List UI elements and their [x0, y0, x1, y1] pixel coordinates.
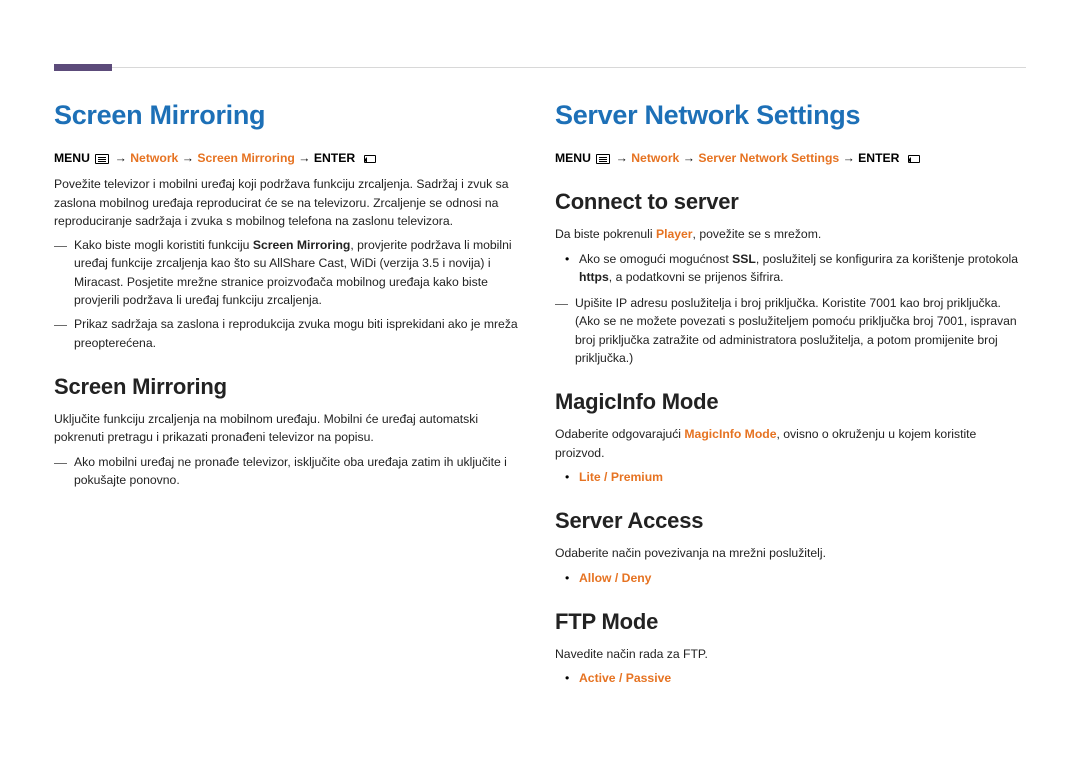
option-value: Active / Passive [579, 671, 671, 685]
text: Ako se omogući mogućnost [579, 252, 732, 266]
connect-intro: Da biste pokrenuli Player, povežite se s… [555, 225, 1026, 243]
heading-server-network: Server Network Settings [555, 100, 1026, 131]
text: Da biste pokrenuli [555, 227, 656, 241]
menu-path-left: MENU → Network → Screen Mirroring → ENTE… [54, 149, 525, 167]
arrow: → [298, 151, 310, 165]
note-bold: Screen Mirroring [253, 238, 351, 252]
arrow: → [616, 151, 628, 165]
bullet-item: Allow / Deny [555, 569, 1026, 587]
subheading-server-access: Server Access [555, 508, 1026, 534]
bullet-list: Active / Passive [555, 669, 1026, 687]
notes-list: Ako mobilni uređaj ne pronađe televizor,… [54, 453, 525, 490]
access-intro: Odaberite način povezivanja na mrežni po… [555, 544, 1026, 562]
arrow: → [115, 151, 127, 165]
notes-list: Kako biste mogli koristiti funkciju Scre… [54, 236, 525, 352]
subheading-magicinfo: MagicInfo Mode [555, 389, 1026, 415]
arrow: → [182, 151, 194, 165]
header-accent-bar [54, 64, 112, 71]
page-content: Screen Mirroring MENU → Network → Screen… [54, 100, 1026, 723]
enter-icon [361, 153, 377, 164]
subheading-connect: Connect to server [555, 189, 1026, 215]
note-item: Ako mobilni uređaj ne pronađe televizor,… [54, 453, 525, 490]
subheading-screen-mirroring: Screen Mirroring [54, 374, 525, 400]
note-item: Kako biste mogli koristiti funkciju Scre… [54, 236, 525, 309]
enter-label: ENTER [314, 151, 355, 165]
bullet-item: Active / Passive [555, 669, 1026, 687]
text: , povežite se s mrežom. [693, 227, 822, 241]
left-column: Screen Mirroring MENU → Network → Screen… [54, 100, 525, 723]
menu-item: Screen Mirroring [197, 151, 295, 165]
sub-intro: Uključite funkciju zrcaljenja na mobilno… [54, 410, 525, 447]
menu-icon [95, 154, 109, 164]
bullet-item: Ako se omogući mogućnost SSL, poslužitel… [555, 250, 1026, 287]
note-item: Upišite IP adresu poslužitelja i broj pr… [555, 294, 1026, 367]
note-item: Prikaz sadržaja sa zaslona i reprodukcij… [54, 315, 525, 352]
bullet-item: Lite / Premium [555, 468, 1026, 486]
arrow: → [843, 151, 855, 165]
bold: https [579, 270, 609, 284]
heading-screen-mirroring: Screen Mirroring [54, 100, 525, 131]
text: , poslužitelj se konfigurira za korišten… [756, 252, 1018, 266]
magic-intro: Odaberite odgovarajući MagicInfo Mode, o… [555, 425, 1026, 462]
right-column: Server Network Settings MENU → Network →… [555, 100, 1026, 723]
note-text: Kako biste mogli koristiti funkciju [74, 238, 253, 252]
menu-item: Server Network Settings [698, 151, 839, 165]
bold: SSL [732, 252, 756, 266]
bullet-list: Ako se omogući mogućnost SSL, poslužitel… [555, 250, 1026, 287]
text: , a podatkovni se prijenos šifrira. [609, 270, 784, 284]
bold: MagicInfo Mode [684, 427, 776, 441]
intro-text: Povežite televizor i mobilni uređaj koji… [54, 175, 525, 230]
subheading-ftp-mode: FTP Mode [555, 609, 1026, 635]
menu-network: Network [130, 151, 178, 165]
option-value: Allow / Deny [579, 571, 651, 585]
header-rule [112, 67, 1026, 68]
menu-path-right: MENU → Network → Server Network Settings… [555, 149, 1026, 167]
menu-label: MENU [54, 151, 90, 165]
menu-label: MENU [555, 151, 591, 165]
enter-label: ENTER [858, 151, 899, 165]
text: Odaberite odgovarajući [555, 427, 684, 441]
arrow: → [683, 151, 695, 165]
notes-list: Upišite IP adresu poslužitelja i broj pr… [555, 294, 1026, 367]
ftp-intro: Navedite način rada za FTP. [555, 645, 1026, 663]
bullet-list: Lite / Premium [555, 468, 1026, 486]
menu-network: Network [631, 151, 679, 165]
menu-icon [596, 154, 610, 164]
bullet-list: Allow / Deny [555, 569, 1026, 587]
bold: Player [656, 227, 693, 241]
option-value: Lite / Premium [579, 470, 663, 484]
enter-icon [905, 153, 921, 164]
